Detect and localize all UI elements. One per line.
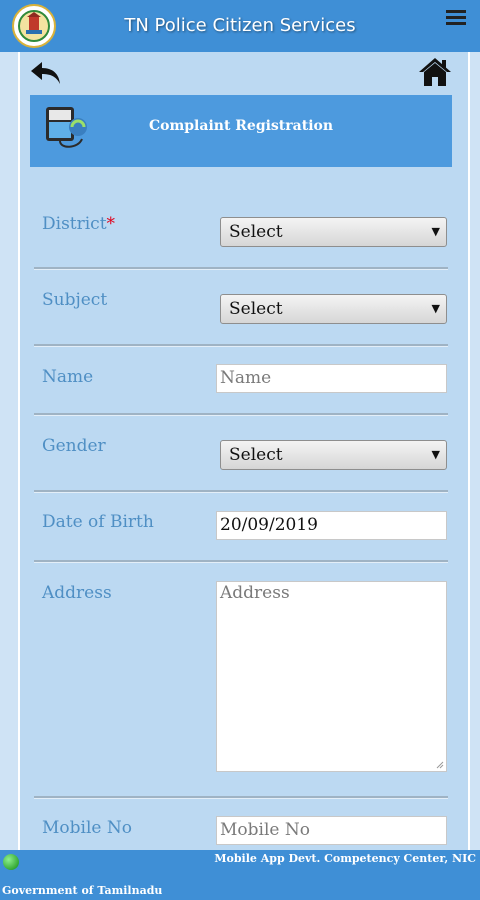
divider xyxy=(34,267,448,270)
district-label: District* xyxy=(42,214,116,234)
address-placeholder: Address xyxy=(220,583,290,603)
divider xyxy=(34,560,448,563)
subject-select[interactable]: Select ▼ xyxy=(220,294,447,324)
address-textarea[interactable]: Address xyxy=(216,581,447,772)
gender-select-value: Select xyxy=(229,445,283,465)
subject-label: Subject xyxy=(42,290,108,310)
app-header: TN Police Citizen Services xyxy=(0,0,480,52)
complaint-registration-banner: Complaint Registration xyxy=(30,95,452,167)
divider xyxy=(34,344,448,347)
gender-select[interactable]: Select ▼ xyxy=(220,440,447,470)
divider xyxy=(34,796,448,799)
gender-label: Gender xyxy=(42,436,106,456)
hamburger-menu-icon[interactable] xyxy=(446,10,466,28)
dropdown-arrow-icon: ▼ xyxy=(431,302,440,315)
dropdown-arrow-icon: ▼ xyxy=(431,448,440,461)
subject-select-value: Select xyxy=(229,299,283,319)
required-mark: * xyxy=(106,214,116,234)
app-title: TN Police Citizen Services xyxy=(124,15,356,36)
address-label: Address xyxy=(42,583,112,603)
footer-credit: Mobile App Devt. Competency Center, NIC xyxy=(214,852,476,865)
dropdown-arrow-icon: ▼ xyxy=(431,225,440,238)
name-label: Name xyxy=(42,367,94,387)
resize-grip-icon[interactable] xyxy=(436,761,444,769)
banner-title: Complaint Registration xyxy=(148,118,334,134)
dob-label: Date of Birth xyxy=(42,512,154,532)
status-indicator-icon xyxy=(3,854,19,870)
divider xyxy=(34,413,448,416)
name-input[interactable]: Name xyxy=(216,364,447,393)
district-select[interactable]: Select ▼ xyxy=(220,217,447,247)
dob-input[interactable]: 20/09/2019 xyxy=(216,511,447,540)
mobile-input[interactable]: Mobile No xyxy=(216,816,447,845)
home-icon[interactable] xyxy=(418,56,452,92)
footer: Mobile App Devt. Competency Center, NIC … xyxy=(0,850,480,900)
footer-org: Government of Tamilnadu xyxy=(2,884,163,897)
district-select-value: Select xyxy=(229,222,283,242)
divider xyxy=(34,490,448,493)
mobile-label: Mobile No xyxy=(42,818,132,838)
back-arrow-icon[interactable] xyxy=(30,60,62,90)
